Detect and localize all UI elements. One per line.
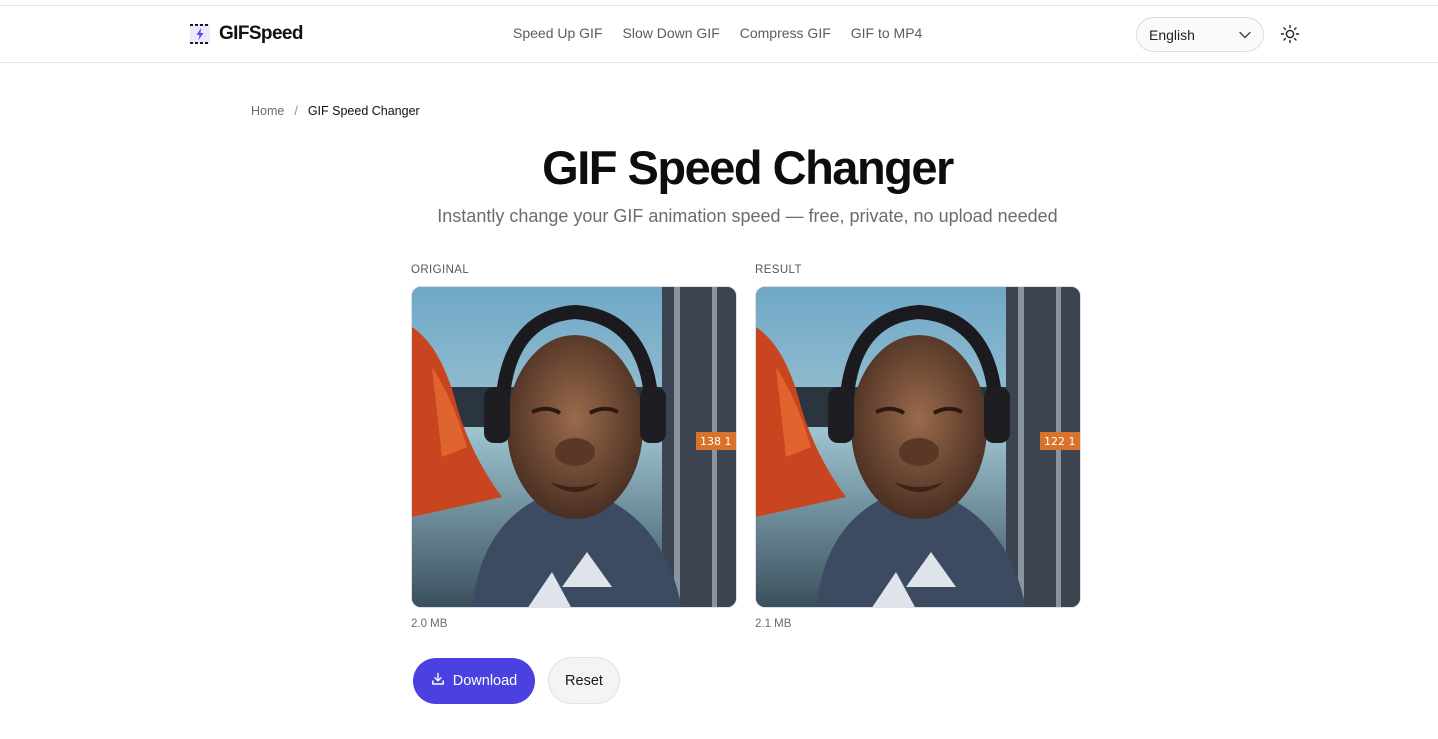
original-file-size: 2.0 MB (411, 618, 448, 630)
lightning-film-icon (189, 23, 211, 45)
download-button[interactable]: Download (413, 658, 535, 704)
reset-button[interactable]: Reset (548, 657, 620, 704)
original-overlay-counter: 138 1 (700, 435, 732, 448)
brand-logo[interactable]: GIFSpeed (189, 23, 303, 45)
result-label: RESULT (755, 264, 802, 276)
theme-toggle-button[interactable] (1279, 23, 1301, 45)
main-nav: Speed Up GIF Slow Down GIF Compress GIF … (513, 25, 922, 41)
download-button-label: Download (452, 673, 518, 689)
result-panel: RESULT 122 1 2.1 MB (755, 264, 1081, 630)
site-header: GIFSpeed Speed Up GIF Slow Down GIF Comp… (0, 6, 1438, 63)
breadcrumb-current: GIF Speed Changer (307, 104, 420, 118)
result-file-size: 2.1 MB (755, 618, 792, 630)
sun-icon (1279, 24, 1301, 48)
page-subtitle: Instantly change your GIF animation spee… (437, 206, 1058, 226)
breadcrumb-separator: / (294, 104, 298, 118)
language-selected: English (1149, 26, 1195, 43)
download-icon (431, 672, 445, 690)
original-gif-preview: 138 1 (411, 286, 737, 608)
original-label: ORIGINAL (411, 264, 470, 276)
language-select[interactable]: English (1136, 17, 1264, 52)
chevron-down-icon (1239, 26, 1251, 44)
nav-speed-up-gif[interactable]: Speed Up GIF (513, 25, 603, 41)
page-title: GIF Speed Changer (542, 141, 954, 194)
brand-name: GIFSpeed (219, 23, 303, 44)
result-gif-preview: 122 1 (755, 286, 1081, 608)
original-panel: ORIGINAL 138 1 2.0 MB (411, 264, 737, 630)
breadcrumb-home-link[interactable]: Home (251, 104, 284, 118)
nav-compress-gif[interactable]: Compress GIF (740, 25, 831, 41)
nav-gif-to-mp4[interactable]: GIF to MP4 (851, 25, 923, 41)
breadcrumb: Home / GIF Speed Changer (251, 104, 420, 118)
result-overlay-counter: 122 1 (1044, 435, 1076, 448)
nav-slow-down-gif[interactable]: Slow Down GIF (623, 25, 720, 41)
